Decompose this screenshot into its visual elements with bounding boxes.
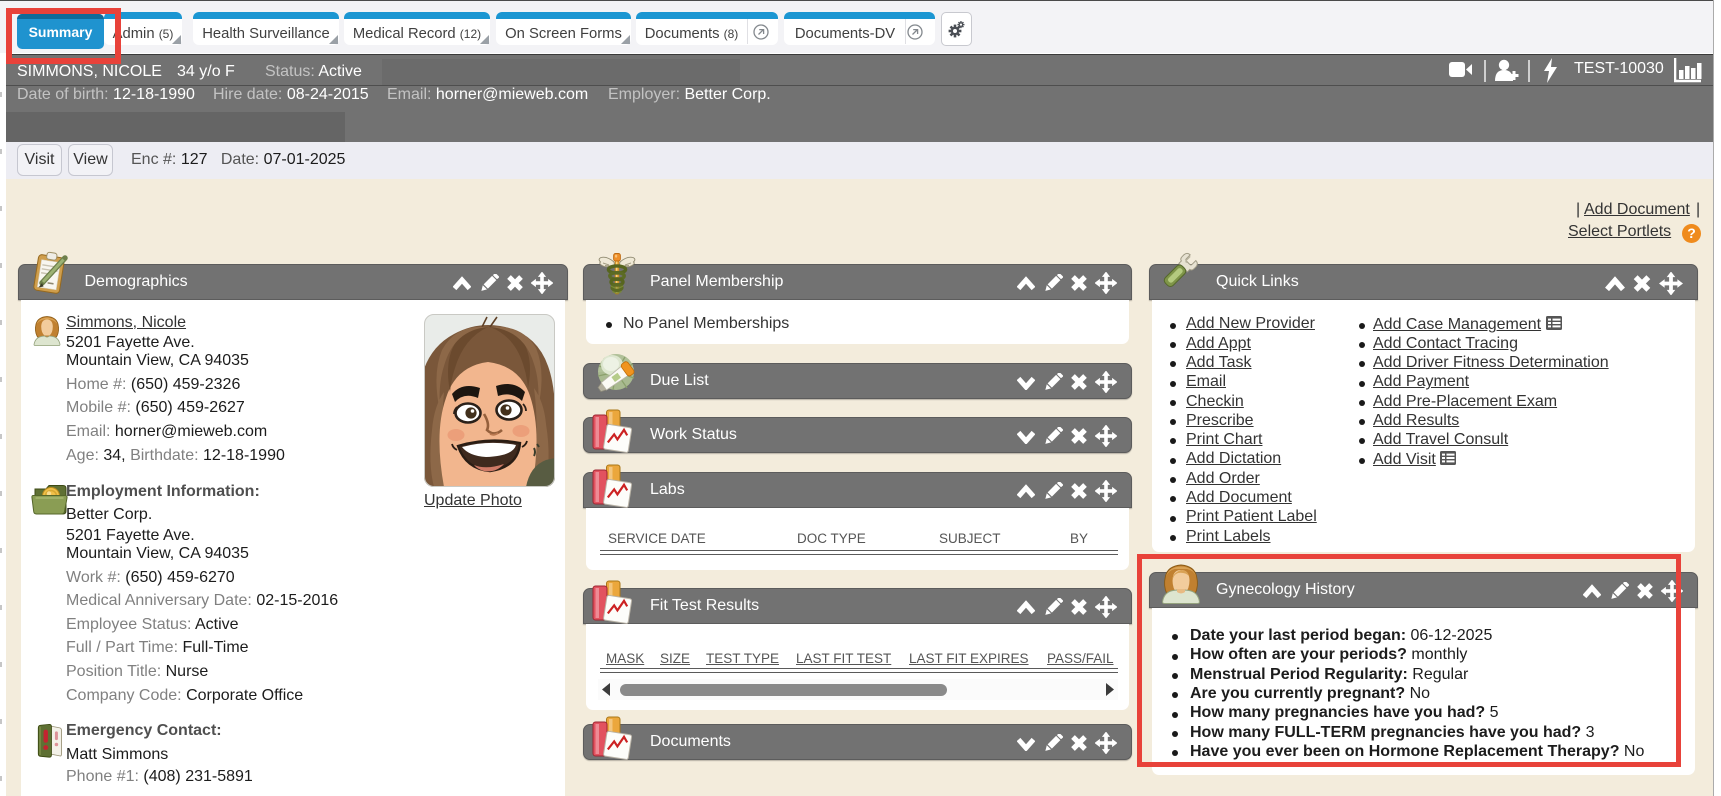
svg-text:?: ? (1687, 225, 1696, 241)
